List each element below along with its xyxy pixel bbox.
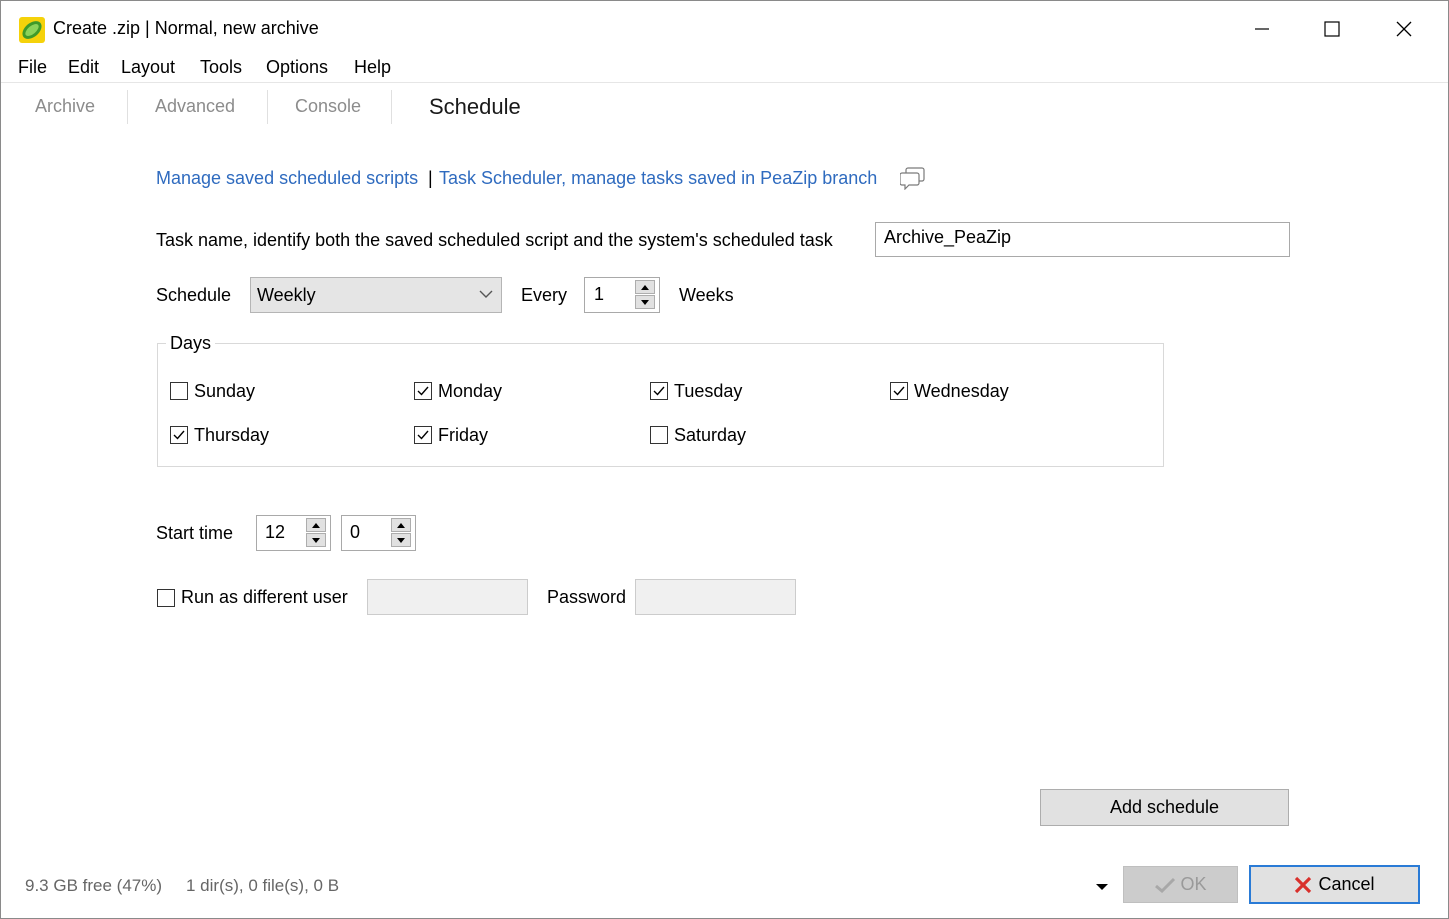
weeks-label: Weeks xyxy=(679,285,734,305)
tab-console[interactable]: Console xyxy=(295,96,361,117)
start-minute-stepper[interactable]: 0 xyxy=(341,515,416,551)
ok-label: OK xyxy=(1180,874,1207,894)
menu-options[interactable]: Options xyxy=(266,57,328,78)
menu-tools[interactable]: Tools xyxy=(200,57,242,78)
selection-status: 1 dir(s), 0 file(s), 0 B xyxy=(186,876,340,895)
spin-down-button[interactable] xyxy=(635,295,655,309)
checkmark-icon xyxy=(1155,877,1176,893)
days-groupbox xyxy=(157,343,1164,467)
cancel-button[interactable]: Cancel xyxy=(1249,865,1420,904)
sunday-label: Sunday xyxy=(194,381,256,401)
username-input[interactable] xyxy=(367,579,528,615)
window-title: Create .zip | Normal, new archive xyxy=(53,18,319,38)
menu-file[interactable]: File xyxy=(18,57,47,78)
checkmark-icon xyxy=(893,386,905,396)
tab-divider xyxy=(391,90,392,124)
ok-button[interactable]: OK xyxy=(1123,866,1238,903)
menu-divider xyxy=(1,82,1448,83)
arrow-down-icon xyxy=(641,299,649,305)
title-bar: Create .zip | Normal, new archive xyxy=(1,1,1448,53)
arrow-up-icon xyxy=(312,522,320,528)
tab-divider xyxy=(267,90,268,124)
password-label: Password xyxy=(547,587,627,607)
schedule-label: Schedule xyxy=(156,285,232,305)
link-separator: | xyxy=(428,168,433,188)
maximize-button[interactable] xyxy=(1309,9,1355,49)
add-schedule-label: Add schedule xyxy=(1109,797,1220,817)
thursday-checkbox[interactable] xyxy=(170,426,188,444)
task-scheduler-link[interactable]: Task Scheduler, manage tasks saved in Pe… xyxy=(439,168,877,189)
tab-advanced[interactable]: Advanced xyxy=(155,96,235,117)
free-space-status: 9.3 GB free (47%) xyxy=(25,876,163,895)
minimize-icon xyxy=(1255,28,1269,30)
schedule-select[interactable]: Weekly xyxy=(250,277,502,313)
checkmark-icon xyxy=(417,430,429,440)
start-time-label: Start time xyxy=(156,523,234,543)
red-x-icon xyxy=(1295,876,1312,893)
spin-up-button[interactable] xyxy=(306,518,326,532)
wednesday-checkbox[interactable] xyxy=(890,382,908,400)
checkmark-icon xyxy=(173,430,185,440)
task-name-value: Archive_PeaZip xyxy=(884,227,1012,247)
spin-down-button[interactable] xyxy=(306,533,326,547)
thursday-label: Thursday xyxy=(194,425,270,445)
start-minute-value: 0 xyxy=(350,522,361,542)
saturday-label: Saturday xyxy=(674,425,747,445)
spin-up-button[interactable] xyxy=(391,518,411,532)
days-group-title: Days xyxy=(166,333,216,354)
checkmark-icon xyxy=(653,386,665,396)
dropdown-arrow-button[interactable] xyxy=(1095,877,1113,891)
tuesday-label: Tuesday xyxy=(674,381,743,401)
arrow-down-icon xyxy=(397,537,405,543)
sunday-checkbox[interactable] xyxy=(170,382,188,400)
arrow-up-icon xyxy=(397,522,405,528)
close-icon xyxy=(1396,21,1412,37)
monday-checkbox[interactable] xyxy=(414,382,432,400)
task-name-input[interactable]: Archive_PeaZip xyxy=(875,222,1290,257)
tab-archive[interactable]: Archive xyxy=(35,96,95,117)
run-as-user-label: Run as different user xyxy=(181,587,348,607)
every-label: Every xyxy=(521,285,568,305)
every-value: 1 xyxy=(594,284,605,304)
spin-up-button[interactable] xyxy=(635,280,655,294)
spin-down-button[interactable] xyxy=(391,533,411,547)
maximize-icon xyxy=(1324,21,1340,37)
comment-icon[interactable] xyxy=(899,166,926,195)
menu-edit[interactable]: Edit xyxy=(68,57,99,78)
start-hour-stepper[interactable]: 12 xyxy=(256,515,331,551)
tab-schedule[interactable]: Schedule xyxy=(429,94,521,120)
every-stepper[interactable]: 1 xyxy=(584,277,660,313)
chevron-down-icon xyxy=(479,290,493,298)
monday-label: Monday xyxy=(438,381,503,401)
friday-checkbox[interactable] xyxy=(414,426,432,444)
minimize-button[interactable] xyxy=(1239,9,1285,49)
friday-label: Friday xyxy=(438,425,489,445)
saturday-checkbox[interactable] xyxy=(650,426,668,444)
add-schedule-button[interactable]: Add schedule xyxy=(1040,789,1289,826)
run-as-user-checkbox[interactable] xyxy=(157,589,175,607)
caret-down-icon xyxy=(1096,884,1108,890)
tuesday-checkbox[interactable] xyxy=(650,382,668,400)
checkmark-icon xyxy=(417,386,429,396)
schedule-selected-value: Weekly xyxy=(257,285,316,305)
peazip-app-icon xyxy=(19,17,45,43)
wednesday-label: Wednesday xyxy=(914,381,1009,401)
close-button[interactable] xyxy=(1381,9,1427,49)
arrow-up-icon xyxy=(641,284,649,290)
menu-layout[interactable]: Layout xyxy=(121,57,175,78)
cancel-label: Cancel xyxy=(1318,874,1375,894)
tab-divider xyxy=(127,90,128,124)
password-input[interactable] xyxy=(635,579,796,615)
manage-scripts-link[interactable]: Manage saved scheduled scripts xyxy=(156,168,418,189)
task-name-label: Task name, identify both the saved sched… xyxy=(156,230,833,250)
menu-help[interactable]: Help xyxy=(354,57,391,78)
arrow-down-icon xyxy=(312,537,320,543)
start-hour-value: 12 xyxy=(265,522,286,542)
